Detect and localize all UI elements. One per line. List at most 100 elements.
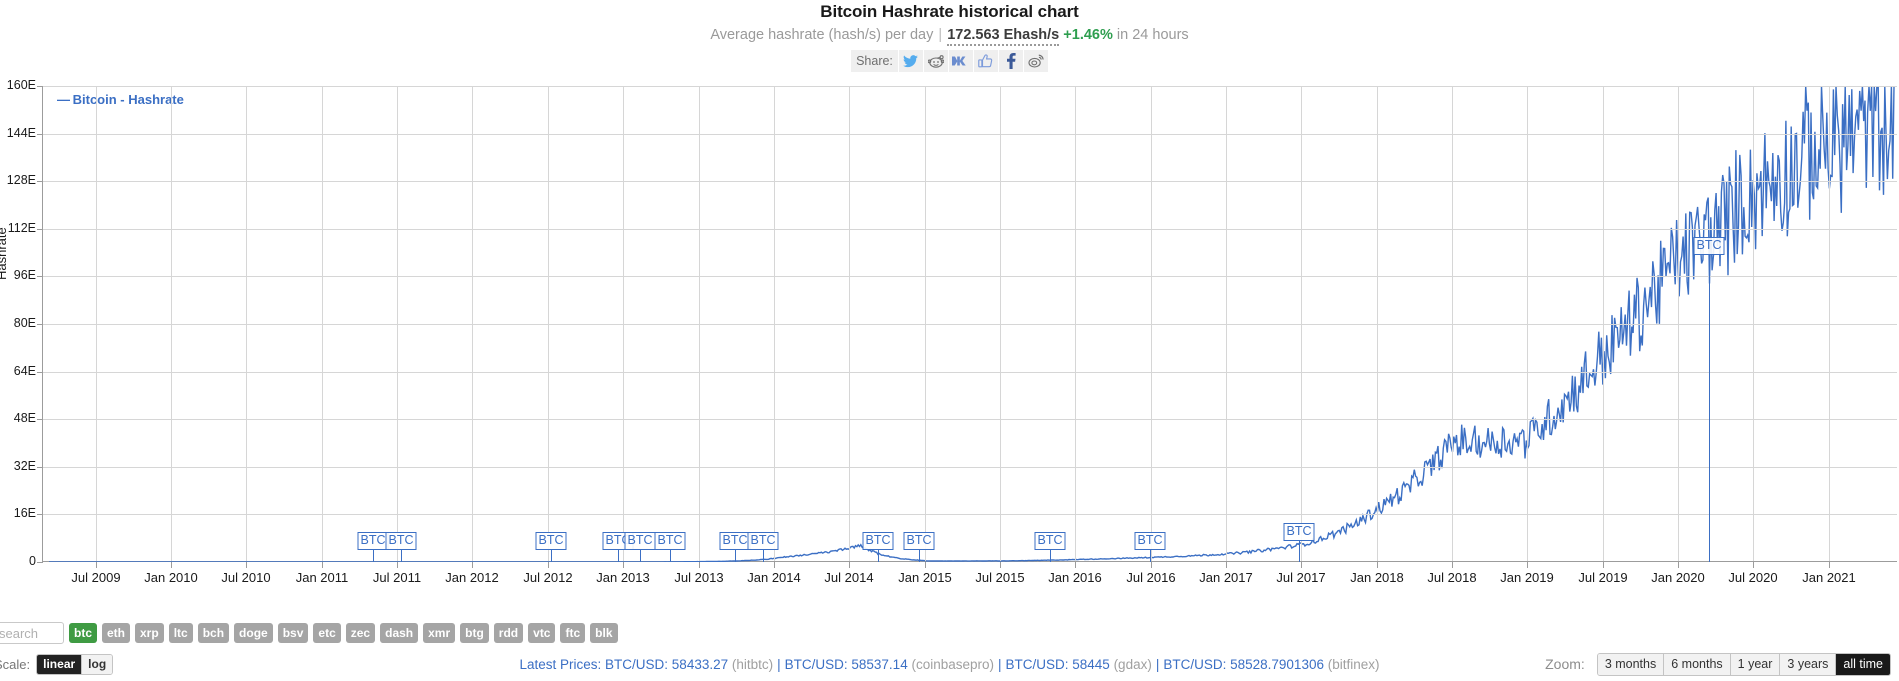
x-gridline (1753, 86, 1754, 561)
odnoklassniki-share-icon[interactable] (972, 50, 998, 72)
x-axis-tick-mark (1753, 562, 1754, 568)
coin-tag-btg[interactable]: btg (460, 623, 489, 643)
annotation-stem (670, 550, 671, 562)
btc-event-flag[interactable]: BTC (624, 532, 656, 550)
btc-event-flag[interactable]: BTC (1134, 532, 1166, 550)
x-gridline (1829, 86, 1830, 561)
x-axis-tick-label: Jan 2013 (596, 570, 650, 585)
coin-tag-btc[interactable]: btc (69, 623, 97, 643)
price-separator: | (1155, 656, 1160, 672)
x-axis-tick-label: Jul 2009 (71, 570, 121, 585)
x-gridline (849, 86, 850, 561)
coin-tag-zec[interactable]: zec (345, 623, 376, 643)
zoom-option-3y[interactable]: 3 years (1779, 653, 1836, 675)
coin-tag-etc[interactable]: etc (313, 623, 341, 643)
x-gridline (322, 86, 323, 561)
btc-event-flag[interactable]: BTC (862, 532, 894, 550)
coin-tag-vtc[interactable]: vtc (528, 623, 556, 643)
y-axis-tick-mark (37, 228, 43, 230)
price-exchange-label: (bitfinex) (1323, 656, 1380, 672)
x-gridline (1603, 86, 1604, 561)
price-link[interactable]: BTC/USD: 58537.14 (785, 657, 908, 672)
chart-subtitle: Average hashrate (hash/s) per day | 172.… (0, 24, 1899, 46)
x-axis-tick-label: Jan 2010 (144, 570, 198, 585)
btc-event-flag[interactable]: BTC (654, 532, 686, 550)
x-axis-tick-mark (1678, 562, 1679, 568)
coin-tag-ftc[interactable]: ftc (560, 623, 586, 643)
y-axis-tick-mark (37, 562, 43, 563)
annotation-stem (618, 550, 619, 562)
btc-event-flag[interactable]: BTC (385, 532, 417, 550)
zoom-option-6m[interactable]: 6 months (1663, 653, 1730, 675)
btc-event-flag[interactable]: BTC (1283, 523, 1315, 541)
coin-tag-xmr[interactable]: xmr (423, 623, 456, 643)
x-axis-tick-label: Jul 2017 (1276, 570, 1326, 585)
btc-event-flag[interactable]: BTC (747, 532, 779, 550)
btc-event-flag[interactable]: BTC (535, 532, 567, 550)
y-axis-tick-label: 128E (6, 173, 36, 188)
price-exchange-label: (coinbasepro) (907, 656, 994, 672)
x-axis-tick-mark (849, 562, 850, 568)
x-gridline (96, 86, 97, 561)
zoom-option-1y[interactable]: 1 year (1729, 653, 1780, 675)
twitter-share-icon[interactable] (897, 50, 923, 72)
y-axis-tick-label: 0 (29, 554, 36, 568)
btc-event-flag[interactable]: BTC (903, 532, 935, 550)
search-input[interactable] (0, 622, 64, 644)
coin-tag-bsv[interactable]: bsv (277, 623, 309, 643)
zoom-option-all[interactable]: all time (1835, 653, 1890, 675)
coin-tag-dash[interactable]: dash (380, 623, 419, 643)
x-gridline (623, 86, 624, 561)
vk-share-icon[interactable] (947, 50, 973, 72)
x-gridline (699, 86, 700, 561)
x-axis-tick-mark (472, 562, 473, 568)
y-axis-tick-label: 32E (13, 458, 36, 473)
btc-event-flag[interactable]: BTC (1034, 532, 1066, 550)
x-axis-tick-label: Jul 2012 (523, 570, 573, 585)
share-bar: Share: (850, 50, 1050, 72)
x-axis-tick-label: Jul 2019 (1578, 570, 1628, 585)
x-gridline (1151, 86, 1152, 561)
coin-tag-xrp[interactable]: xrp (135, 623, 164, 643)
price-exchange-label: (hitbtc) (728, 656, 774, 672)
coin-tag-rdd[interactable]: rdd (493, 623, 524, 643)
coin-tag-bch[interactable]: bch (197, 623, 230, 643)
annotation-stem (401, 550, 402, 562)
zoom-option-3m[interactable]: 3 months (1597, 653, 1664, 675)
btc-event-flag[interactable]: BTC (1693, 237, 1725, 255)
coin-tag-ltc[interactable]: ltc (168, 623, 193, 643)
x-axis-tick-mark (1151, 562, 1152, 568)
annotation-stem (1709, 255, 1710, 563)
x-axis-tick-mark (1301, 562, 1302, 568)
y-axis-tick-mark (37, 324, 43, 325)
y-axis-tick-mark (37, 371, 43, 373)
facebook-share-icon[interactable] (997, 50, 1023, 72)
x-gridline (1301, 86, 1302, 561)
x-axis-tick-mark (1603, 562, 1604, 568)
annotation-stem (878, 550, 879, 562)
x-axis-tick-label: Jul 2018 (1427, 570, 1477, 585)
annotation-stem (1050, 550, 1051, 562)
annotation-stem (373, 550, 374, 562)
x-axis-tick-label: Jul 2016 (1126, 570, 1176, 585)
x-axis-tick-label: Jan 2019 (1500, 570, 1554, 585)
reddit-share-icon[interactable] (922, 50, 948, 72)
y-axis-tick-mark (37, 276, 43, 278)
x-axis-tick-mark (397, 562, 398, 568)
x-axis-tick-label: Jan 2021 (1802, 570, 1856, 585)
btc-event-flag[interactable]: BTC (719, 532, 751, 550)
annotation-stem (640, 550, 641, 562)
coin-tag-doge[interactable]: doge (234, 623, 273, 643)
annotation-stem (1150, 550, 1151, 562)
price-link[interactable]: BTC/USD: 58528.7901306 (1163, 657, 1324, 672)
price-separator: | (998, 656, 1002, 672)
weibo-share-icon[interactable] (1022, 50, 1048, 72)
y-axis-tick-label: 144E (6, 125, 36, 140)
btc-event-flag[interactable]: BTC (357, 532, 389, 550)
price-link[interactable]: BTC/USD: 58433.27 (605, 657, 728, 672)
coin-tag-blk[interactable]: blk (590, 623, 618, 643)
x-axis-tick-mark (171, 562, 172, 568)
price-link[interactable]: BTC/USD: 58445 (1006, 657, 1110, 672)
coin-tag-eth[interactable]: eth (102, 623, 130, 643)
chart-plot-area[interactable]: — Bitcoin - Hashrate 0 16E 32E 48E 64E 80E 96E… (7, 78, 1897, 585)
